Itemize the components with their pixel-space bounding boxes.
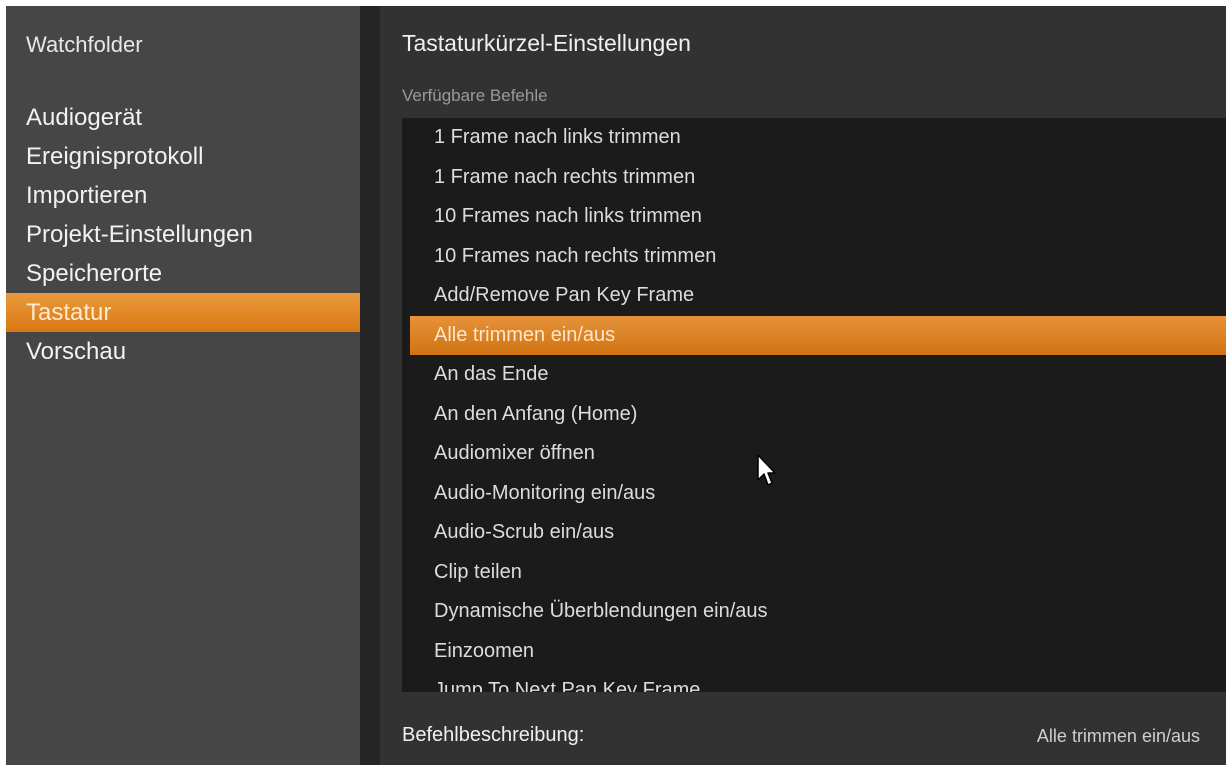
command-description-label: Befehlbeschreibung: — [402, 724, 585, 746]
sidebar-item-audiogeraet[interactable]: Audiogerät — [6, 98, 360, 137]
panel-splitter[interactable] — [360, 6, 380, 765]
sidebar-item-importieren[interactable]: Importieren — [6, 176, 360, 215]
command-item[interactable]: Audiomixer öffnen — [402, 434, 1226, 474]
command-item[interactable]: An den Anfang (Home) — [402, 395, 1226, 435]
settings-sidebar: Watchfolder Audiogerät Ereignisprotokoll… — [6, 6, 360, 765]
command-item-selected[interactable]: Alle trimmen ein/aus — [410, 315, 1226, 355]
command-item[interactable]: Jump To Next Pan Key Frame — [402, 671, 1226, 692]
available-commands-label: Verfügbare Befehle — [402, 86, 548, 105]
command-item[interactable]: 10 Frames nach links trimmen — [402, 197, 1226, 237]
sidebar-item-speicherorte[interactable]: Speicherorte — [6, 254, 360, 293]
command-item[interactable]: 10 Frames nach rechts trimmen — [402, 237, 1226, 277]
command-item[interactable]: Einzoomen — [402, 632, 1226, 672]
sidebar-item-watchfolder[interactable]: Watchfolder — [26, 32, 143, 58]
sidebar-item-projekt-einstellungen[interactable]: Projekt-Einstellungen — [6, 215, 360, 254]
keyboard-settings-panel: Tastaturkürzel-Einstellungen Verfügbare … — [380, 6, 1226, 765]
command-description-value: Alle trimmen ein/aus — [1036, 726, 1200, 746]
available-commands-list[interactable]: 1 Frame nach links trimmen 1 Frame nach … — [402, 118, 1226, 692]
page-title: Tastaturkürzel-Einstellungen — [402, 30, 691, 56]
command-item[interactable]: 1 Frame nach rechts trimmen — [402, 158, 1226, 198]
sidebar-item-tastatur[interactable]: Tastatur — [6, 293, 360, 332]
command-item[interactable]: Audio-Scrub ein/aus — [402, 513, 1226, 553]
sidebar-list: Audiogerät Ereignisprotokoll Importieren… — [6, 98, 360, 371]
command-item[interactable]: An das Ende — [402, 355, 1226, 395]
settings-window: Watchfolder Audiogerät Ereignisprotokoll… — [6, 6, 1226, 765]
command-item[interactable]: 1 Frame nach links trimmen — [402, 118, 1226, 158]
command-item[interactable]: Dynamische Überblendungen ein/aus — [402, 592, 1226, 632]
sidebar-item-ereignisprotokoll[interactable]: Ereignisprotokoll — [6, 137, 360, 176]
mouse-pointer-icon — [757, 454, 776, 486]
command-item[interactable]: Audio-Monitoring ein/aus — [402, 474, 1226, 514]
command-item[interactable]: Add/Remove Pan Key Frame — [402, 276, 1226, 316]
sidebar-item-vorschau[interactable]: Vorschau — [6, 332, 360, 371]
command-item[interactable]: Clip teilen — [402, 553, 1226, 593]
